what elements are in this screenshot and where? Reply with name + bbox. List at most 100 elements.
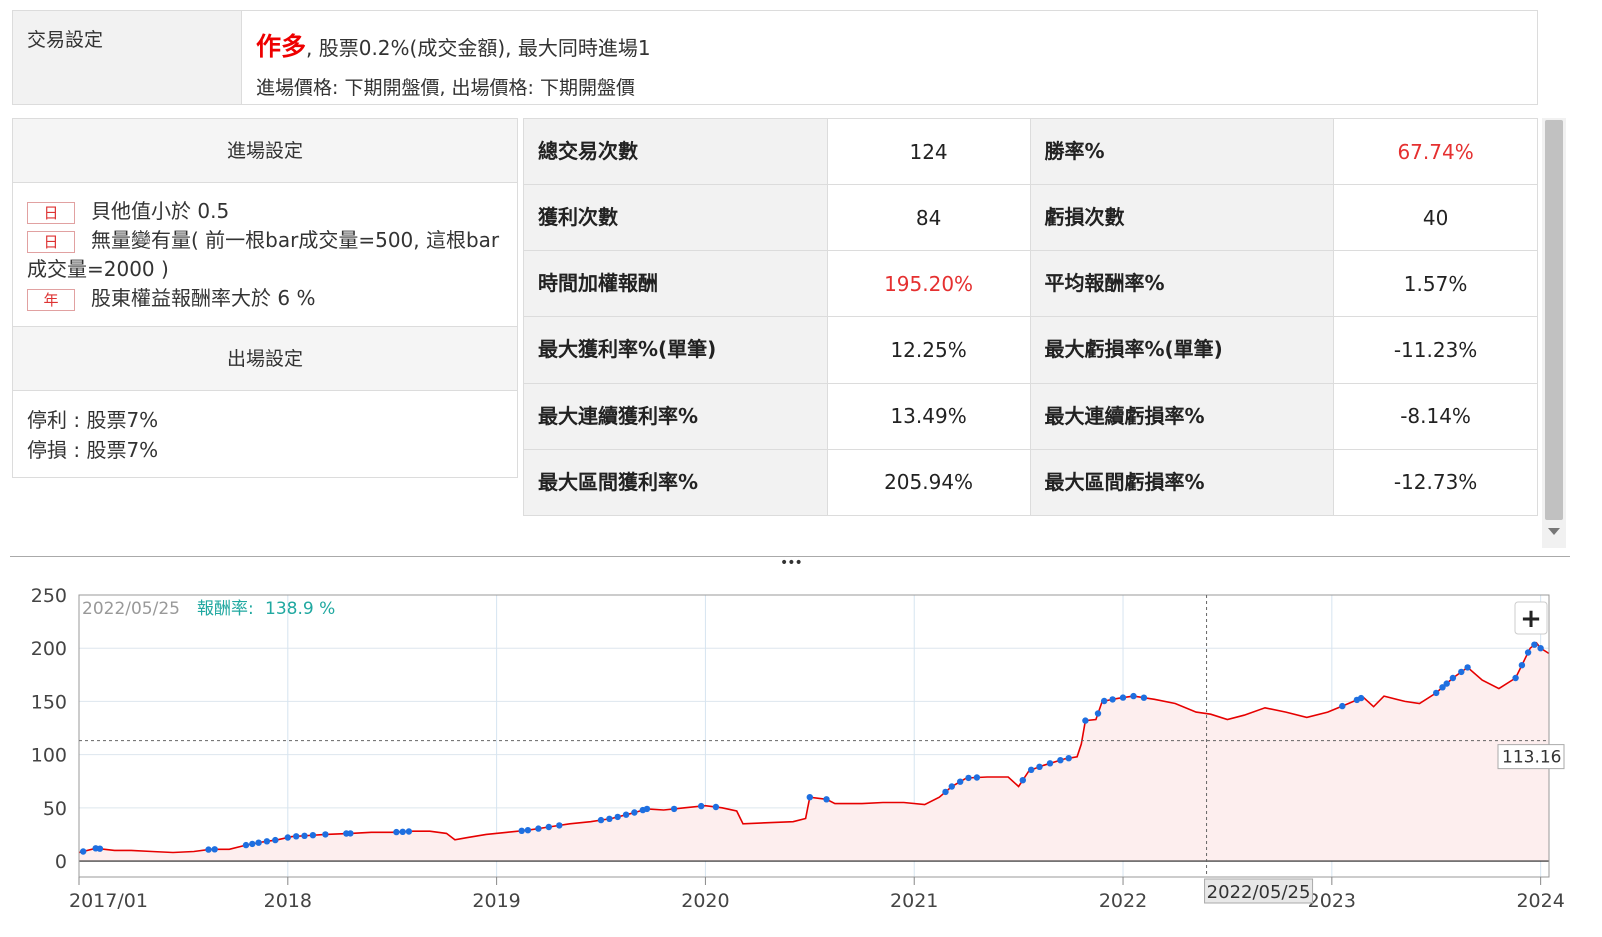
stat-value: 12.25%	[826, 316, 1031, 384]
stat-value: 1.57%	[1333, 250, 1538, 318]
trade-marker	[597, 816, 605, 824]
y-tick-label: 250	[31, 585, 67, 607]
stat-label: 最大區間獲利率%	[523, 448, 828, 517]
stats-table: 總交易次數 124 勝率% 67.74% 獲利次數 84 虧損次數 40 時間加權報酬 195.2…	[523, 117, 1538, 517]
trade-marker	[948, 783, 955, 790]
stats-row: 最大獲利率%(單筆) 12.25% 最大虧損率%(單筆) -11.23%	[523, 316, 1538, 384]
trade-marker	[322, 831, 329, 838]
vertical-scrollbar[interactable]	[1542, 118, 1566, 548]
crosshair-x-label: 2022/05/25	[1204, 878, 1314, 904]
trade-marker	[973, 774, 981, 781]
x-tick-label: 2022	[1099, 890, 1147, 912]
period-tag: 日	[27, 201, 75, 224]
trade-settings-fee: , 股票0.2%(成交金額), 最大同時進場1	[306, 36, 651, 60]
stat-value: 195.20%	[826, 250, 1031, 318]
y-tick-label: 50	[43, 798, 67, 820]
plus-icon: +	[1520, 604, 1542, 634]
x-tick-label: 2019	[472, 890, 520, 912]
trade-marker	[712, 803, 720, 811]
equity-area	[79, 642, 1549, 861]
splitter-grip-icon[interactable]: •••	[780, 556, 803, 570]
trade-marker	[1357, 694, 1365, 702]
entry-conditions: 日貝他值小於 0.5 日無量變有量( 前一根bar成交量=500, 這根bar成交…	[13, 183, 517, 327]
stat-label: 總交易次數	[523, 117, 828, 186]
period-tag: 年	[27, 288, 75, 311]
exit-condition: 停利 : 股票7%	[27, 408, 159, 432]
entry-condition: 年股東權益報酬率大於 6 %	[27, 284, 503, 313]
stat-label: 勝率%	[1029, 117, 1335, 186]
stat-value: 13.49%	[826, 382, 1031, 450]
trade-marker	[249, 840, 256, 848]
entry-condition: 日無量變有量( 前一根bar成交量=500, 這根bar成交量=2000 )	[27, 226, 503, 284]
x-tick-label: 2018	[264, 890, 312, 912]
trade-marker	[1433, 689, 1440, 697]
trade-marker	[1065, 755, 1072, 762]
tooltip-label: 報酬率:	[197, 599, 254, 619]
equity-chart[interactable]: 050100150200250 2017/01 2018 2019 2020 2021 2…	[0, 570, 1602, 937]
trade-marker	[1443, 680, 1450, 687]
stats-row: 時間加權報酬 195.20% 平均報酬率% 1.57%	[523, 250, 1538, 318]
stats-row: 最大區間獲利率% 205.94% 最大區間虧損率% -12.73%	[523, 448, 1538, 517]
trade-marker	[272, 836, 279, 844]
stat-value: 40	[1333, 184, 1538, 252]
trade-marker	[556, 822, 563, 829]
trade-marker	[670, 805, 678, 813]
trade-marker	[1140, 694, 1148, 701]
stat-label: 最大虧損率%(單筆)	[1029, 316, 1335, 384]
trade-marker	[1028, 766, 1035, 773]
trade-settings-value: 作多, 股票0.2%(成交金額), 最大同時進場1 進場價格: 下期開盤價, 出…	[242, 11, 1537, 104]
stat-value: 124	[826, 117, 1031, 186]
y-tick-label: 200	[31, 638, 67, 660]
trade-marker	[1057, 757, 1064, 764]
trade-marker	[823, 796, 830, 803]
x-tick-label: 2021	[890, 890, 938, 912]
settings-panel: 進場設定 日貝他值小於 0.5 日無量變有量( 前一根bar成交量=500, 這根…	[12, 118, 518, 478]
trade-marker	[1119, 694, 1127, 701]
trade-marker	[1524, 649, 1532, 656]
scroll-down-arrow-icon[interactable]	[1548, 528, 1560, 535]
trade-marker	[96, 845, 104, 852]
crosshair-y-label: 113.16	[1497, 744, 1565, 770]
period-tag: 日	[27, 230, 75, 253]
trade-marker	[399, 828, 406, 835]
direction-label: 作多	[256, 32, 307, 61]
crosshair-date-label: 2022/05/25	[1207, 882, 1311, 903]
trade-marker	[614, 813, 621, 821]
stats-row: 最大連續獲利率% 13.49% 最大連續虧損率% -8.14%	[523, 382, 1538, 450]
y-tick-label: 150	[31, 691, 67, 713]
condition-text: 無量變有量( 前一根bar成交量=500, 這根bar成交量=2000 )	[27, 228, 500, 281]
trade-marker	[347, 830, 354, 837]
trade-marker	[1109, 696, 1116, 703]
stat-value: -8.14%	[1333, 382, 1538, 450]
crosshair-value-label: 113.16	[1502, 748, 1561, 768]
trade-marker	[301, 832, 308, 839]
trade-marker	[606, 815, 613, 822]
trade-marker	[1449, 674, 1457, 682]
stat-value: -12.73%	[1333, 448, 1538, 517]
trade-marker	[1531, 641, 1538, 648]
trade-marker	[1512, 674, 1519, 682]
x-axis-ticks: 2017/01 2018 2019 2020 2021 2022 2023 2024	[69, 877, 1565, 912]
trade-marker	[1518, 662, 1526, 669]
stat-label: 最大區間虧損率%	[1029, 448, 1335, 517]
condition-text: 股東權益報酬率大於 6 %	[91, 286, 316, 310]
stat-value: 67.74%	[1333, 117, 1538, 186]
exit-conditions: 停利 : 股票7% 停損 : 股票7%	[13, 391, 517, 479]
trade-marker	[393, 828, 400, 836]
panel-splitter[interactable]: •••	[10, 556, 1570, 570]
stat-label: 獲利次數	[523, 184, 828, 252]
trade-marker	[518, 827, 525, 834]
trade-marker	[293, 833, 300, 840]
zoom-button[interactable]: +	[1514, 601, 1548, 635]
stats-row: 獲利次數 84 虧損次數 40	[523, 184, 1538, 252]
x-tick-label: 2020	[681, 890, 729, 912]
entry-settings-title: 進場設定	[13, 119, 517, 183]
stat-label: 最大獲利率%(單筆)	[523, 316, 828, 384]
trade-marker	[1036, 763, 1043, 770]
exit-condition: 停損 : 股票7%	[27, 438, 159, 462]
trade-marker	[535, 825, 542, 832]
stat-label: 最大連續虧損率%	[1029, 382, 1335, 450]
trade-marker	[1339, 702, 1346, 710]
stat-label: 時間加權報酬	[523, 250, 828, 318]
scroll-thumb[interactable]	[1545, 120, 1563, 520]
